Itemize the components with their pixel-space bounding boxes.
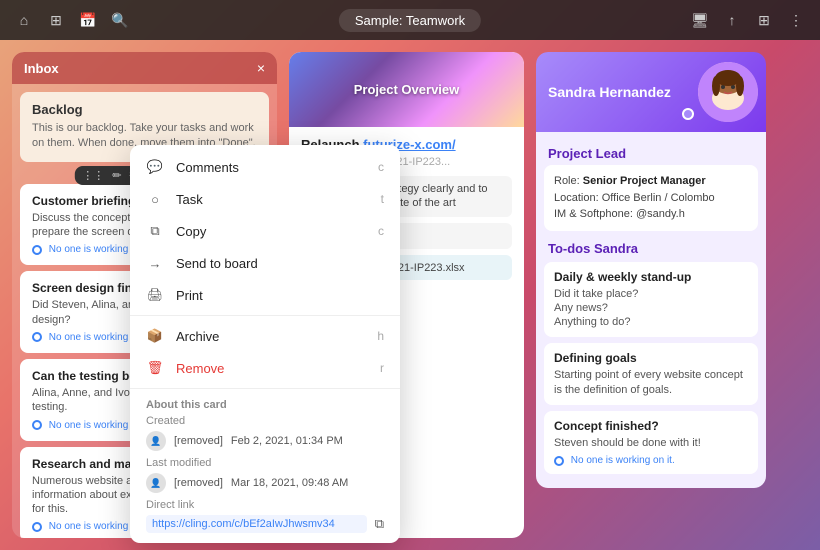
home-icon[interactable]: ⌂	[12, 8, 36, 32]
project-header-label: Project Overview	[354, 82, 460, 97]
sandra-body: Project Lead Role: Senior Project Manage…	[536, 132, 766, 488]
ctx-about-title: About this card	[130, 393, 400, 413]
ctx-link-url[interactable]: https://cling.com/c/bEf2aIwJhwsmv34	[146, 515, 367, 533]
ctx-copy[interactable]: ⧉ Copy c	[130, 215, 400, 247]
top-nav: ⌂ ⊞ 📅 🔍 Sample: Teamwork 🖥 ↑ ⊞ ⋮	[0, 0, 820, 40]
task-icon: ○	[146, 190, 164, 208]
sandra-header: Sandra Hernandez	[536, 52, 766, 132]
search-icon[interactable]: 🔍	[108, 8, 132, 32]
print-icon: 🖨	[146, 286, 164, 304]
ctx-print-label: Print	[176, 288, 203, 303]
ctx-send-label: Send to board	[176, 256, 258, 271]
share-icon[interactable]: ↑	[720, 8, 744, 32]
ctx-link-copy-button[interactable]: ⧉	[375, 516, 384, 532]
todo-title-2: Concept finished?	[554, 419, 748, 433]
lead-info-card: Role: Senior Project Manager Location: O…	[544, 165, 758, 231]
todo-lines-2: Steven should be done with it!	[554, 436, 748, 450]
app-title: Sample: Teamwork	[339, 9, 481, 32]
ctx-archive-shortcut: h	[377, 329, 384, 343]
todo-assignee-2: No one is working on it.	[554, 455, 748, 466]
calendar-icon[interactable]: 📅	[76, 8, 100, 32]
assignee-dot	[554, 456, 564, 466]
todo-lines-0: Did it take place?Any news?Anything to d…	[554, 287, 748, 330]
ctx-task-label: Task	[176, 192, 203, 207]
grid-icon[interactable]: ⊞	[44, 8, 68, 32]
ctx-send-to-board[interactable]: → Send to board	[130, 247, 400, 279]
ctx-created-by: [removed]	[174, 435, 223, 447]
ctx-divider-1	[130, 315, 400, 316]
lead-role-value: Senior Project Manager	[583, 175, 706, 187]
todo-card-2: Concept finished? Steven should be done …	[544, 411, 758, 474]
todo-card-0: Daily & weekly stand-up Did it take plac…	[544, 262, 758, 338]
ctx-copy-shortcut: c	[378, 224, 384, 238]
comments-icon: 💬	[146, 158, 164, 176]
todo-lines-1: Starting point of every website concept …	[554, 368, 748, 397]
ctx-link-label: Direct link	[130, 497, 400, 511]
project-header-image: Project Overview	[289, 52, 524, 127]
assignee-dot	[32, 332, 42, 342]
sandra-name: Sandra Hernandez	[548, 84, 671, 100]
ctx-archive-label: Archive	[176, 329, 219, 344]
inbox-title: Inbox	[24, 61, 59, 76]
ctx-modified-by: [removed]	[174, 477, 223, 489]
copy-icon: ⧉	[146, 222, 164, 240]
inbox-close-button[interactable]: ×	[257, 60, 265, 76]
ctx-task[interactable]: ○ Task t	[130, 183, 400, 215]
ctx-created-label: Created	[130, 413, 400, 427]
inbox-header: Inbox ×	[12, 52, 277, 84]
assignee-dot	[32, 420, 42, 430]
toolbar-grid[interactable]: ⋮⋮	[80, 169, 106, 182]
ctx-created-avatar: 👤	[146, 431, 166, 451]
ctx-modified-label: Last modified	[130, 455, 400, 469]
lead-im: IM & Softphone: @sandy.h	[554, 206, 748, 223]
more-icon[interactable]: ⋮	[784, 8, 808, 32]
ctx-comments-label: Comments	[176, 160, 239, 175]
todo-card-1: Defining goals Starting point of every w…	[544, 343, 758, 405]
remove-icon: 🗑	[146, 359, 164, 377]
ctx-copy-label: Copy	[176, 224, 206, 239]
todo-title-0: Daily & weekly stand-up	[554, 270, 748, 284]
archive-icon: 📦	[146, 327, 164, 345]
sandra-avatar	[698, 62, 758, 122]
backlog-title: Backlog	[32, 102, 257, 117]
assignee-dot	[32, 245, 42, 255]
board-area: Inbox × Backlog This is our backlog. Tak…	[0, 40, 820, 550]
ctx-comments[interactable]: 💬 Comments c	[130, 151, 400, 183]
project-lead-label: Project Lead	[544, 140, 758, 165]
context-menu: 💬 Comments c ○ Task t ⧉ Copy c → Send to…	[130, 145, 400, 543]
toolbar-edit[interactable]: ✏	[110, 169, 123, 182]
monitor-icon[interactable]: 🖥	[688, 8, 712, 32]
ctx-modified-row: 👤 [removed] Mar 18, 2021, 09:48 AM	[130, 469, 400, 497]
todos-label: To-dos Sandra	[544, 239, 758, 262]
sandra-column: Sandra Hernandez	[536, 52, 766, 538]
apps-icon[interactable]: ⊞	[752, 8, 776, 32]
ctx-task-shortcut: t	[381, 192, 384, 206]
ctx-remove[interactable]: 🗑 Remove r	[130, 352, 400, 384]
ctx-created-row: 👤 [removed] Feb 2, 2021, 01:34 PM	[130, 427, 400, 455]
ctx-print[interactable]: 🖨 Print	[130, 279, 400, 311]
ctx-remove-shortcut: r	[380, 361, 384, 375]
assignee-dot	[32, 522, 42, 532]
ctx-created-date: Feb 2, 2021, 01:34 PM	[231, 435, 343, 447]
lead-role: Role: Senior Project Manager	[554, 173, 748, 190]
ctx-modified-date: Mar 18, 2021, 09:48 AM	[231, 477, 348, 489]
ctx-comments-shortcut: c	[378, 160, 384, 174]
send-icon: →	[146, 254, 164, 272]
ctx-remove-label: Remove	[176, 361, 224, 376]
todo-title-1: Defining goals	[554, 351, 748, 365]
ctx-link-row: https://cling.com/c/bEf2aIwJhwsmv34 ⧉	[130, 511, 400, 537]
status-dot	[682, 108, 694, 120]
lead-location: Location: Office Berlin / Colombo	[554, 190, 748, 207]
ctx-archive[interactable]: 📦 Archive h	[130, 320, 400, 352]
ctx-divider-2	[130, 388, 400, 389]
ctx-modified-avatar: 👤	[146, 473, 166, 493]
